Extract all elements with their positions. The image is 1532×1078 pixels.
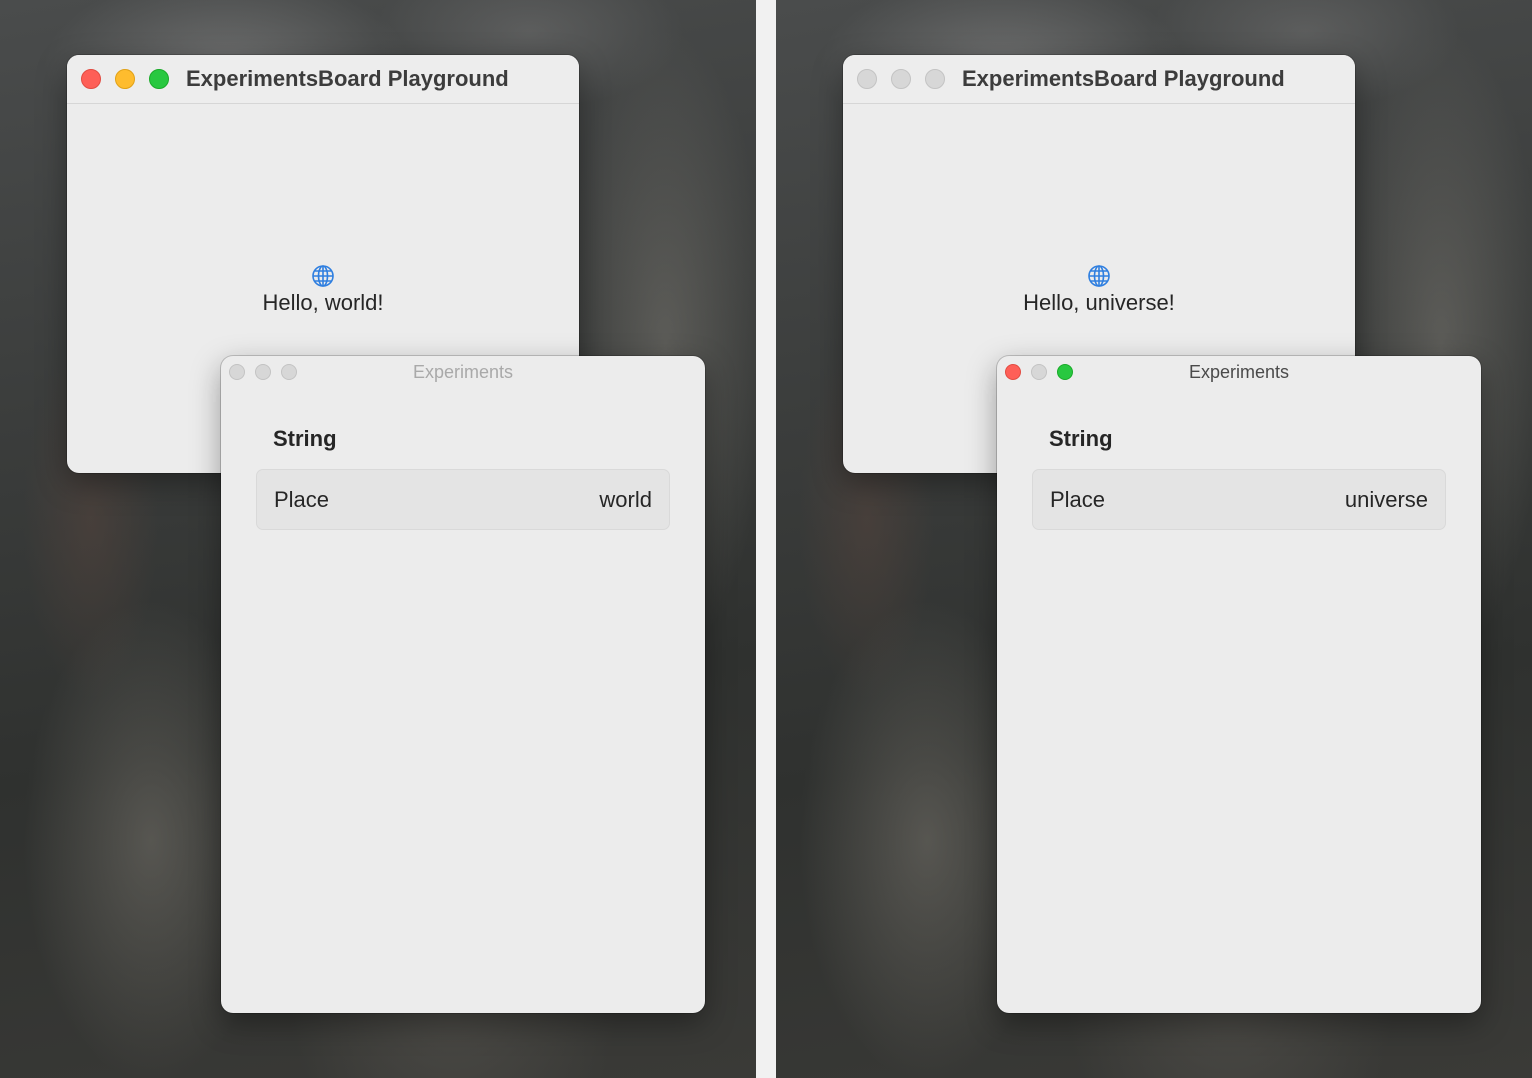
section-header-string: String (1049, 426, 1113, 451)
place-field-row[interactable]: Place universe (1032, 469, 1446, 530)
place-field-value[interactable]: universe (1345, 487, 1428, 513)
place-field-row[interactable]: Place world (256, 469, 670, 530)
close-button[interactable] (81, 69, 101, 89)
greeting-text: Hello, universe! (1023, 290, 1175, 315)
window-titlebar[interactable]: ExperimentsBoard Playground (843, 55, 1355, 104)
place-field-label: Place (1050, 487, 1106, 512)
traffic-lights (857, 69, 945, 89)
minimize-button[interactable] (891, 69, 911, 89)
close-button[interactable] (857, 69, 877, 89)
experiments-window-title: Experiments (1188, 362, 1290, 382)
experiments-window-title: Experiments (412, 362, 514, 382)
window-title: ExperimentsBoard Playground (186, 66, 509, 91)
window-titlebar[interactable]: ExperimentsBoard Playground (67, 55, 579, 104)
greeting-text: Hello, world! (262, 290, 384, 315)
zoom-button[interactable] (925, 69, 945, 89)
window-title: ExperimentsBoard Playground (962, 66, 1285, 91)
minimize-button[interactable] (115, 69, 135, 89)
experiments-window: Experiments String Place world (221, 356, 705, 1013)
desktop-right: ExperimentsBoard Playground Hello, unive… (776, 0, 1532, 1078)
place-field-value[interactable]: world (599, 487, 652, 513)
experiments-titlebar[interactable]: Experiments (997, 356, 1481, 388)
globe-icon (312, 265, 334, 287)
zoom-button[interactable] (149, 69, 169, 89)
panel-divider (756, 0, 776, 1078)
experiments-window: Experiments String Place universe (997, 356, 1481, 1013)
section-header-string: String (273, 426, 337, 451)
place-field-label: Place (274, 487, 330, 512)
experiments-titlebar[interactable]: Experiments (221, 356, 705, 388)
traffic-lights (81, 69, 169, 89)
globe-icon (1088, 265, 1110, 287)
desktop-left: ExperimentsBoard Playground Hello, world… (0, 0, 756, 1078)
